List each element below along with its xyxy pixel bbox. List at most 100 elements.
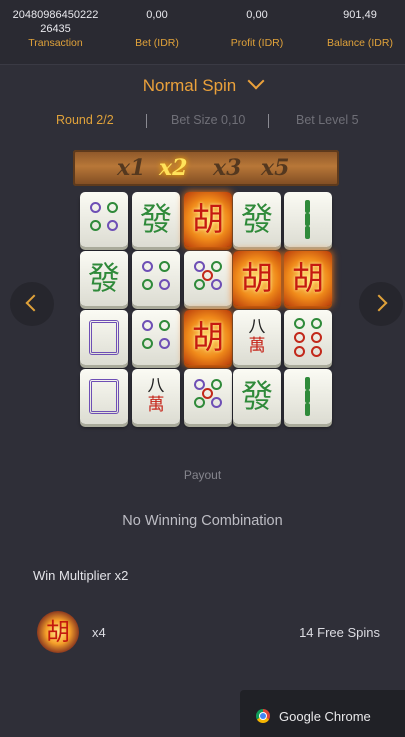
circle-dot [194,397,205,408]
stats-bar: 20480986450222 26435 Transaction 0,00 . … [0,0,405,65]
tile-circles-5 [184,251,232,306]
tile-glyph: 八萬 [248,317,266,356]
multiplier-x1: x1 [117,155,146,181]
tile-golden-hu: 胡 [233,251,281,306]
circle-dot [159,279,170,290]
multiplier-x3: x3 [213,155,242,181]
transaction-stat: 20480986450222 26435 Transaction [8,8,103,50]
free-spins-count: 14 Free Spins [299,625,380,640]
tile-circles-6 [284,310,332,365]
tile-green-dragon: 發 [233,192,281,247]
circle-dot [90,202,101,213]
chrome-toast-label: Google Chrome [279,709,371,724]
balance-value: 901,49 [343,9,377,21]
payout-symbol-row: 胡 x4 14 Free Spins [0,609,405,655]
multiplier-bar: x1 x2 x3 x5 [73,150,339,186]
tile-green-dragon: 發 [233,369,281,424]
tile-glyph: 八萬 [147,376,165,415]
profit-value: 0,00 [246,9,268,21]
tile-white-dragon [80,310,128,365]
tile-green-dragon: 發 [80,251,128,306]
tile-glyph: 發 [240,200,273,238]
round-info: Round 2/2 Bet Size 0,10 Bet Level 5 [0,113,405,129]
circle-dot [159,261,170,272]
tile-bamboo [284,369,332,424]
circle-dot [142,261,153,272]
circle-dot [90,220,101,231]
frame-icon [89,379,119,414]
transaction-value-cont: 26435 [40,23,71,35]
transaction-label: Transaction [28,37,83,49]
circle-dot [294,318,305,329]
hu-symbol-icon: 胡 [37,611,79,653]
reel-board: 發發八萬胡胡發胡八萬發胡 [80,192,334,426]
tile-golden-hu: 胡 [184,192,232,247]
circle-dot [211,379,222,390]
circle-dot [211,261,222,272]
bamboo-stick [305,377,310,390]
multiplier-x2: x2 [159,155,188,181]
tile-glyph: 胡 [191,200,224,238]
chevron-left-icon [25,294,43,312]
tile-circles-5 [184,369,232,424]
symbol-count: x4 [92,625,106,640]
circle-dot [142,279,153,290]
profit-stat: 0,00 . Profit (IDR) [212,8,302,50]
spin-type-dropdown[interactable]: Normal Spin [0,72,405,96]
next-round-button[interactable] [359,282,403,326]
balance-label: Balance (IDR) [327,37,393,49]
circle-dot [142,320,153,331]
circle-dot [294,346,305,357]
tile-eight-character: 八萬 [233,310,281,365]
round-label: Round 2/2 [56,113,114,127]
tile-glyph: 發 [240,377,273,415]
bamboo-stick [305,403,310,416]
tile-circles-4 [80,192,128,247]
tile-green-dragon: 發 [132,192,180,247]
profit-label: Profit (IDR) [230,37,284,49]
tile-bamboo [284,192,332,247]
balance-stat: 901,49 . Balance (IDR) [318,8,402,50]
circle-dot [311,318,322,329]
circle-dot [159,320,170,331]
payout-label: Payout [183,468,222,482]
circle-dot [294,332,305,343]
circle-dot [311,332,322,343]
spin-type-label: Normal Spin [142,76,237,95]
tile-glyph: 發 [87,259,120,297]
tile-golden-hu: 胡 [184,310,232,365]
chevron-right-icon [370,294,388,312]
divider [146,114,147,128]
bamboo-stick [305,213,310,226]
tile-circles-4 [132,251,180,306]
tile-white-dragon [80,369,128,424]
circle-dot [194,279,205,290]
circle-dot [202,270,213,281]
circle-dot [159,338,170,349]
circle-dot [211,279,222,290]
circle-dot [107,202,118,213]
circle-dot [211,397,222,408]
chevron-down-icon [247,72,265,90]
tile-glyph: 胡 [240,259,273,297]
bet-level-label: Bet Level 5 [296,113,359,127]
win-multiplier: Win Multiplier x2 [33,568,129,583]
bamboo-stick [305,226,310,239]
bamboo-stick [305,390,310,403]
tile-glyph: 胡 [191,318,224,356]
bamboo-stick [305,200,310,213]
bet-value: 0,00 [146,9,168,21]
circle-dot [202,388,213,399]
transaction-value: 20480986450222 [12,9,99,21]
previous-round-button[interactable] [10,282,54,326]
tile-golden-hu: 胡 [284,251,332,306]
circle-dot [142,338,153,349]
tile-eight-character: 八萬 [132,369,180,424]
chrome-toast[interactable]: Google Chrome [240,690,405,737]
bet-label: Bet (IDR) [135,37,179,49]
tile-glyph: 胡 [291,259,324,297]
circle-dot [107,220,118,231]
bet-size-label: Bet Size 0,10 [171,113,246,127]
circle-dot [311,346,322,357]
divider [268,114,269,128]
